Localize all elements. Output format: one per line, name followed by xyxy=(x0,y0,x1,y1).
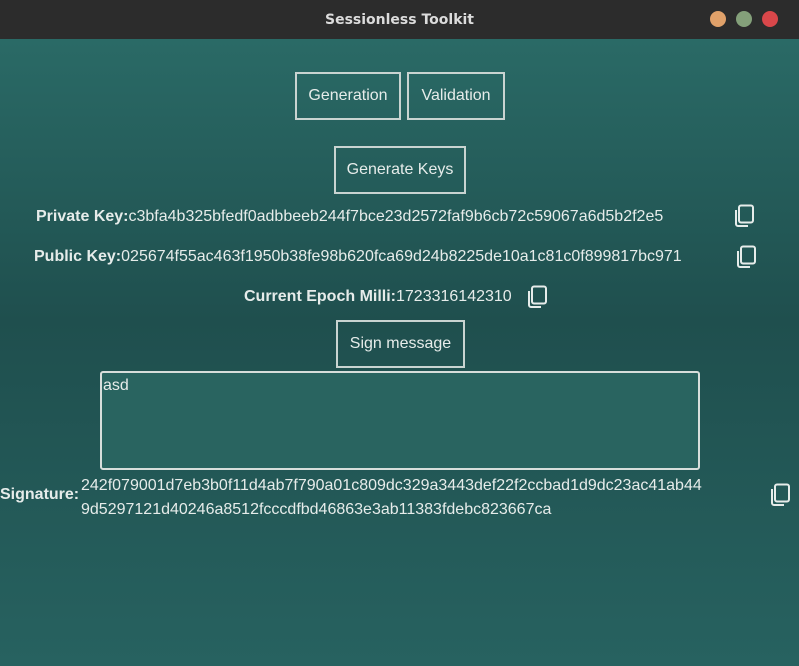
tab-generation[interactable]: Generation xyxy=(295,72,401,120)
maximize-button[interactable] xyxy=(736,11,752,27)
generate-keys-button[interactable]: Generate Keys xyxy=(334,146,466,194)
copy-icon[interactable] xyxy=(526,285,548,309)
copy-icon[interactable] xyxy=(769,483,791,507)
title-bar: Sessionless Toolkit xyxy=(0,0,799,39)
public-key-value: 025674f55ac463f1950b38fe98b620fca69d24b8… xyxy=(121,248,682,265)
window-title: Sessionless Toolkit xyxy=(325,11,474,28)
signature-value: 242f079001d7eb3b0f11d4ab7f790a01c809dc32… xyxy=(81,474,761,522)
public-key-label: Public Key: xyxy=(34,248,122,265)
signature-label: Signature: xyxy=(0,486,80,503)
signature-line-1: 242f079001d7eb3b0f11d4ab7f790a01c809dc32… xyxy=(81,477,702,494)
app-window: Sessionless Toolkit Generation Validatio… xyxy=(0,0,799,666)
epoch-row: Current Epoch Milli: 1723316142310 xyxy=(244,287,512,307)
minimize-button[interactable] xyxy=(710,11,726,27)
sign-message-button[interactable]: Sign message xyxy=(336,320,465,368)
private-key-value: c3bfa4b325bfedf0adbbeeb244f7bce23d2572fa… xyxy=(128,208,664,225)
private-key-row: Private Key: c3bfa4b325bfedf0adbbeeb244f… xyxy=(36,207,663,227)
tab-validation[interactable]: Validation xyxy=(407,72,505,120)
main-content: Generation Validation Generate Keys Priv… xyxy=(0,39,799,666)
message-input[interactable]: asd xyxy=(100,371,700,470)
epoch-label: Current Epoch Milli: xyxy=(244,288,396,305)
close-button[interactable] xyxy=(762,11,778,27)
public-key-row: Public Key: 025674f55ac463f1950b38fe98b6… xyxy=(34,247,682,267)
signature-line-2: 9d5297121d40246a8512fcccdfbd46863e3ab113… xyxy=(81,501,552,518)
epoch-value: 1723316142310 xyxy=(396,288,512,305)
copy-icon[interactable] xyxy=(733,204,755,228)
copy-icon[interactable] xyxy=(735,245,757,269)
private-key-label: Private Key: xyxy=(36,208,129,225)
